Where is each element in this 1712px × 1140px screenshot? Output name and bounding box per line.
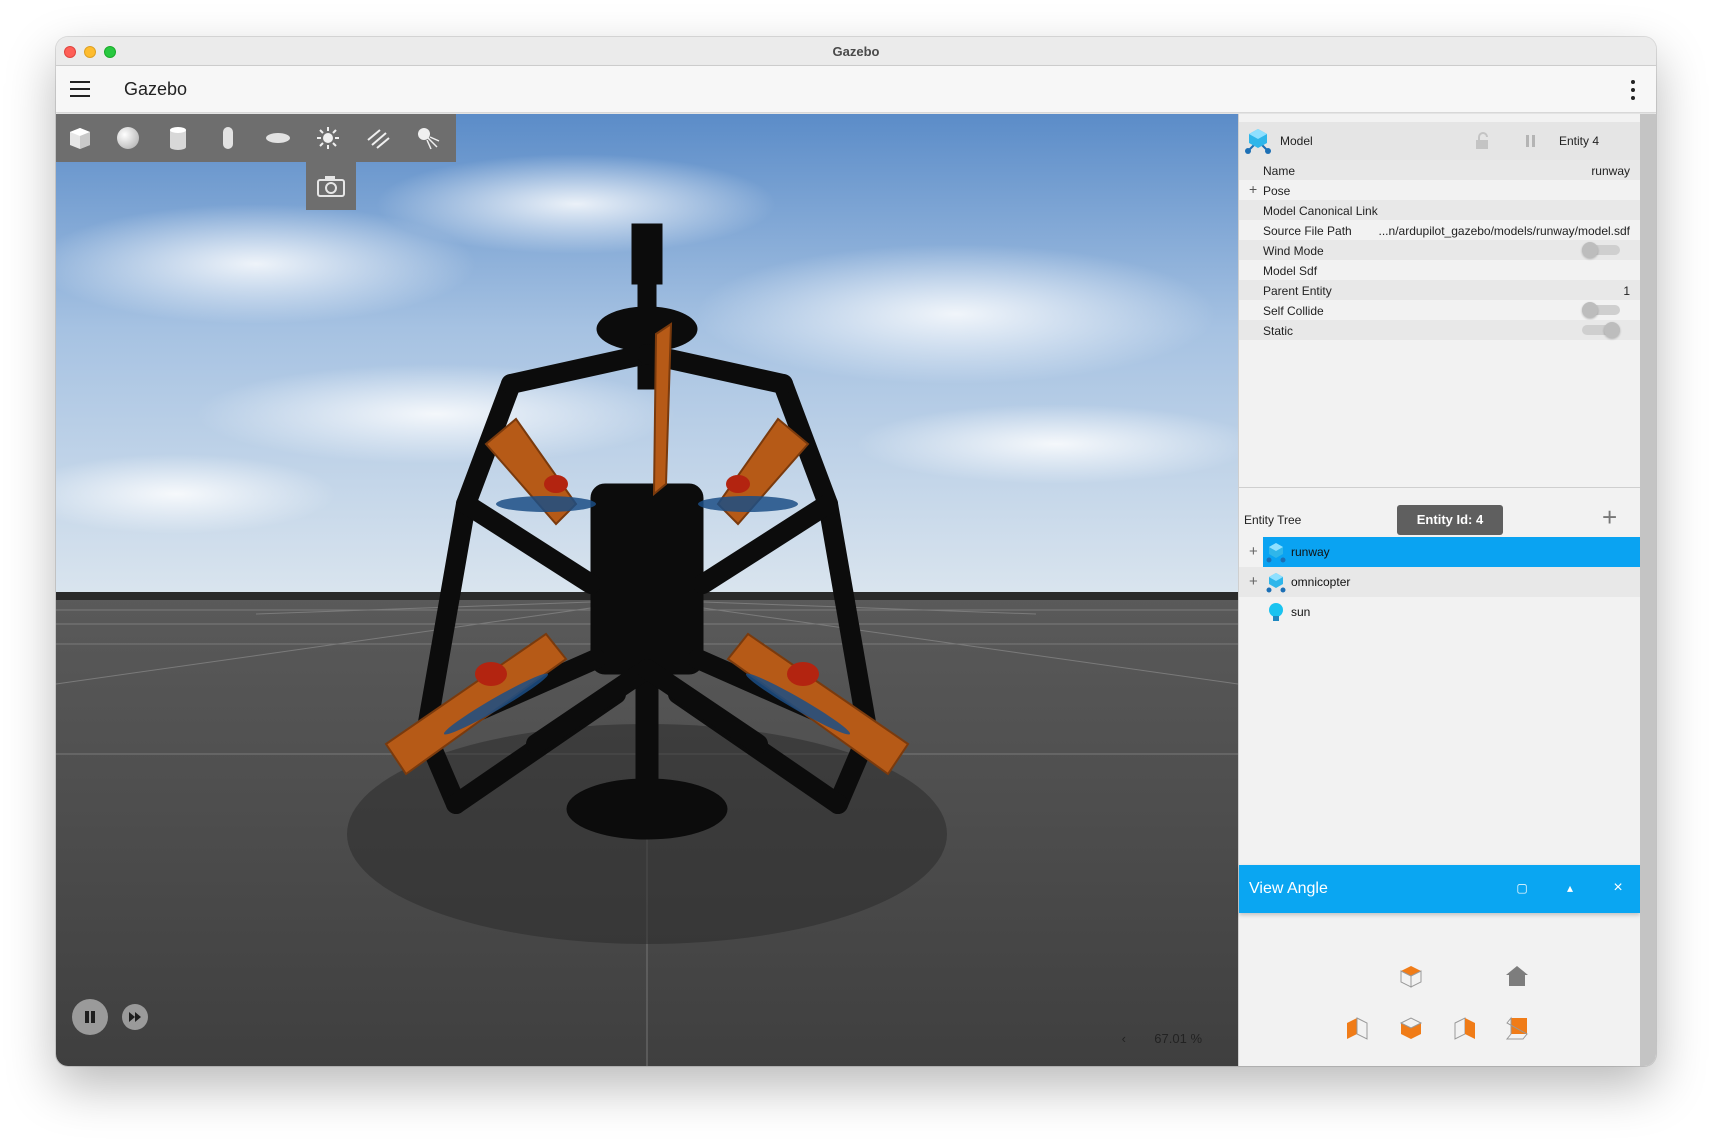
add-entity-icon[interactable]: +	[1602, 504, 1617, 530]
entity-tree-title: Entity Tree	[1244, 513, 1302, 527]
sphere-icon[interactable]	[112, 122, 144, 154]
view-right-icon[interactable]	[1451, 1014, 1479, 1042]
close-icon[interactable]: ×	[1609, 879, 1627, 897]
view-left-icon[interactable]	[1343, 1014, 1371, 1042]
model-icon	[1266, 573, 1286, 593]
model-icon	[1266, 543, 1286, 563]
panel-divider	[1239, 487, 1640, 488]
app-window: Gazebo Gazebo ‹ 67.01 % Model Entity 4 N…	[56, 37, 1656, 1066]
light-bulb-icon	[1269, 603, 1283, 621]
view-top-icon[interactable]	[1397, 962, 1425, 990]
cylinder-icon[interactable]	[162, 122, 194, 154]
app-title: Gazebo	[124, 79, 188, 99]
tree-item-omnicopter[interactable]: + omnicopter	[1239, 567, 1640, 597]
pause-updates-icon[interactable]	[1524, 134, 1538, 148]
self-collide-toggle[interactable]	[1582, 302, 1620, 318]
wind-mode-toggle[interactable]	[1582, 242, 1620, 258]
expand-plus-icon[interactable]: +	[1249, 543, 1258, 560]
lock-open-icon[interactable]	[1473, 132, 1491, 150]
property-self-collide: Self Collide	[1239, 300, 1640, 320]
view-back-icon[interactable]	[1503, 1014, 1531, 1042]
directional-light-icon[interactable]	[362, 122, 394, 154]
menu-icon[interactable]	[70, 81, 90, 97]
view-front-icon[interactable]	[1397, 1014, 1425, 1042]
tree-item-sun[interactable]: sun	[1239, 597, 1640, 627]
screenshot-camera-icon[interactable]	[306, 162, 356, 210]
property-parent-entity: Parent Entity 1	[1239, 280, 1640, 300]
model-icon	[1245, 129, 1271, 154]
rtf-expand-arrow[interactable]: ‹	[1122, 1031, 1126, 1046]
spot-light-icon[interactable]	[412, 122, 444, 154]
app-bar: Gazebo	[56, 66, 1656, 113]
property-model-canonical-link: Model Canonical Link	[1239, 200, 1640, 220]
component-inspector-header: Model Entity 4	[1239, 122, 1640, 160]
view-home-icon[interactable]	[1503, 962, 1531, 990]
capsule-icon[interactable]	[212, 122, 244, 154]
step-forward-button[interactable]	[122, 1004, 148, 1030]
collapse-icon[interactable]: ▴	[1561, 879, 1579, 897]
property-name: Name runway	[1239, 160, 1640, 180]
scene-render	[56, 114, 1238, 1066]
ellipsoid-icon[interactable]	[262, 122, 294, 154]
tree-item-runway[interactable]: + runway	[1239, 537, 1640, 567]
static-toggle[interactable]	[1582, 322, 1620, 338]
expand-plus-icon[interactable]: +	[1249, 573, 1258, 590]
window-title: Gazebo	[832, 44, 880, 59]
box-icon[interactable]	[64, 122, 96, 154]
real-time-factor: 67.01 %	[1154, 1031, 1202, 1046]
scene-3d-viewport[interactable]: ‹ 67.01 %	[56, 114, 1238, 1066]
property-pose[interactable]: + Pose	[1239, 180, 1640, 200]
right-side-panel: Model Entity 4 Name runway + Pose Model …	[1238, 114, 1656, 1066]
property-static: Static	[1239, 320, 1640, 340]
entity-id-label: Entity 4	[1559, 134, 1600, 148]
panel-scrollbar[interactable]	[1640, 114, 1656, 1066]
expand-plus-icon[interactable]: +	[1249, 181, 1257, 197]
component-type: Model	[1280, 134, 1313, 148]
sun-icon[interactable]	[312, 122, 344, 154]
shapes-toolbar	[56, 114, 456, 162]
property-source-file-path: Source File Path ...n/ardupilot_gazebo/m…	[1263, 224, 1630, 238]
more-options-icon[interactable]	[1630, 80, 1636, 100]
view-angle-header: View Angle ▢ ▴ ×	[1239, 865, 1640, 913]
entity-id-tooltip: Entity Id: 4	[1397, 505, 1503, 535]
view-angle-title: View Angle	[1249, 880, 1328, 897]
window-titlebar: Gazebo	[56, 37, 1656, 66]
property-model-sdf: Model Sdf	[1263, 264, 1318, 278]
pause-button[interactable]	[72, 999, 108, 1035]
property-wind-mode: Wind Mode	[1239, 240, 1640, 260]
maximize-icon[interactable]: ▢	[1513, 879, 1531, 897]
